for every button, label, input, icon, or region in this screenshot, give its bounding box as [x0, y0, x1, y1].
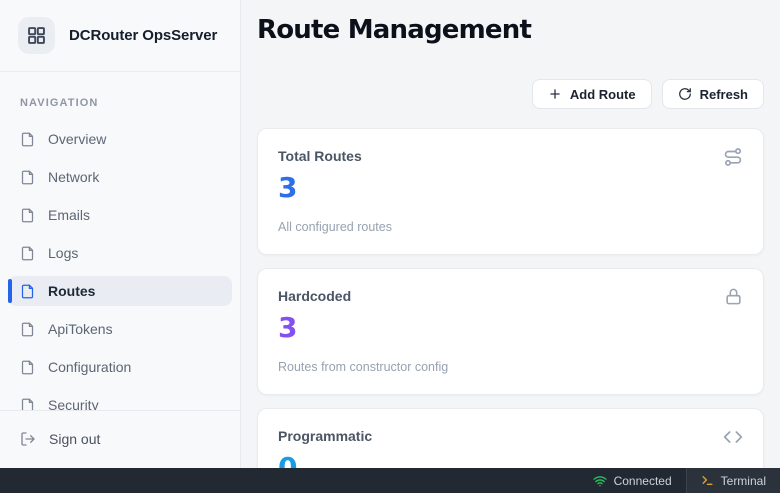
card-total-routes: Total Routes 3 All configured routes	[257, 128, 764, 255]
sidebar-footer: Sign out	[0, 410, 240, 468]
code-icon	[723, 427, 743, 447]
sign-out-label: Sign out	[49, 431, 100, 447]
file-icon	[20, 170, 35, 185]
file-icon	[20, 398, 35, 411]
toolbar: Add Route Refresh	[257, 79, 764, 109]
sidebar-item-label: Routes	[48, 283, 95, 299]
refresh-button[interactable]: Refresh	[662, 79, 764, 109]
nav-section-label: NAVIGATION	[20, 97, 232, 109]
sidebar-item-overview[interactable]: Overview	[8, 124, 232, 154]
sign-out-button[interactable]: Sign out	[8, 424, 232, 454]
sidebar-header: DCRouter OpsServer	[0, 0, 240, 72]
page-title: Route Management	[257, 14, 764, 46]
sidebar-item-security[interactable]: Security	[8, 390, 232, 410]
card-title: Hardcoded	[278, 288, 743, 304]
brand-title: DCRouter OpsServer	[69, 27, 217, 44]
card-subtitle: Routes from constructor config	[278, 360, 743, 374]
card-subtitle: All configured routes	[278, 220, 743, 234]
sidebar-item-emails[interactable]: Emails	[8, 200, 232, 230]
sidebar-item-label: Network	[48, 169, 99, 185]
terminal-button[interactable]: Terminal	[687, 468, 780, 493]
card-programmatic: Programmatic 0	[257, 408, 764, 468]
card-title: Programmatic	[278, 428, 743, 444]
file-icon	[20, 132, 35, 147]
sidebar-item-label: Configuration	[48, 359, 131, 375]
file-icon	[20, 208, 35, 223]
route-icon	[723, 147, 743, 167]
add-route-button[interactable]: Add Route	[532, 79, 652, 109]
add-route-label: Add Route	[570, 87, 636, 102]
card-value: 0	[278, 453, 743, 468]
app-window: DCRouter OpsServer NAVIGATION Overview N…	[0, 0, 780, 493]
sidebar-item-routes[interactable]: Routes	[8, 276, 232, 306]
card-hardcoded: Hardcoded 3 Routes from constructor conf…	[257, 268, 764, 395]
file-icon	[20, 284, 35, 299]
sidebar-item-logs[interactable]: Logs	[8, 238, 232, 268]
status-bar: Connected Terminal	[0, 468, 780, 493]
file-icon	[20, 246, 35, 261]
grid-icon	[18, 17, 55, 54]
sidebar-item-apitokens[interactable]: ApiTokens	[8, 314, 232, 344]
sidebar-item-label: Security	[48, 397, 99, 410]
lock-icon	[724, 287, 743, 306]
refresh-icon	[678, 87, 692, 101]
card-title: Total Routes	[278, 148, 743, 164]
sidebar-item-label: Logs	[48, 245, 78, 261]
main-content: Route Management Add Route Refresh Total…	[241, 0, 780, 468]
card-value: 3	[278, 173, 743, 203]
wifi-icon	[593, 474, 607, 488]
file-icon	[20, 322, 35, 337]
file-icon	[20, 360, 35, 375]
sidebar-item-label: ApiTokens	[48, 321, 113, 337]
refresh-label: Refresh	[700, 87, 748, 102]
sidebar-item-label: Emails	[48, 207, 90, 223]
sidebar-item-network[interactable]: Network	[8, 162, 232, 192]
stat-cards: Total Routes 3 All configured routes Har…	[257, 128, 764, 468]
active-accent-bar	[8, 279, 12, 303]
sidebar-nav: NAVIGATION Overview Network Emails Logs …	[0, 72, 240, 410]
terminal-label: Terminal	[721, 474, 766, 488]
connection-status: Connected	[579, 468, 686, 493]
sidebar-item-label: Overview	[48, 131, 106, 147]
log-out-icon	[20, 431, 36, 447]
sidebar: DCRouter OpsServer NAVIGATION Overview N…	[0, 0, 241, 468]
plus-icon	[548, 87, 562, 101]
terminal-icon	[701, 474, 714, 487]
card-value: 3	[278, 313, 743, 343]
sidebar-item-configuration[interactable]: Configuration	[8, 352, 232, 382]
connection-status-label: Connected	[614, 474, 672, 488]
